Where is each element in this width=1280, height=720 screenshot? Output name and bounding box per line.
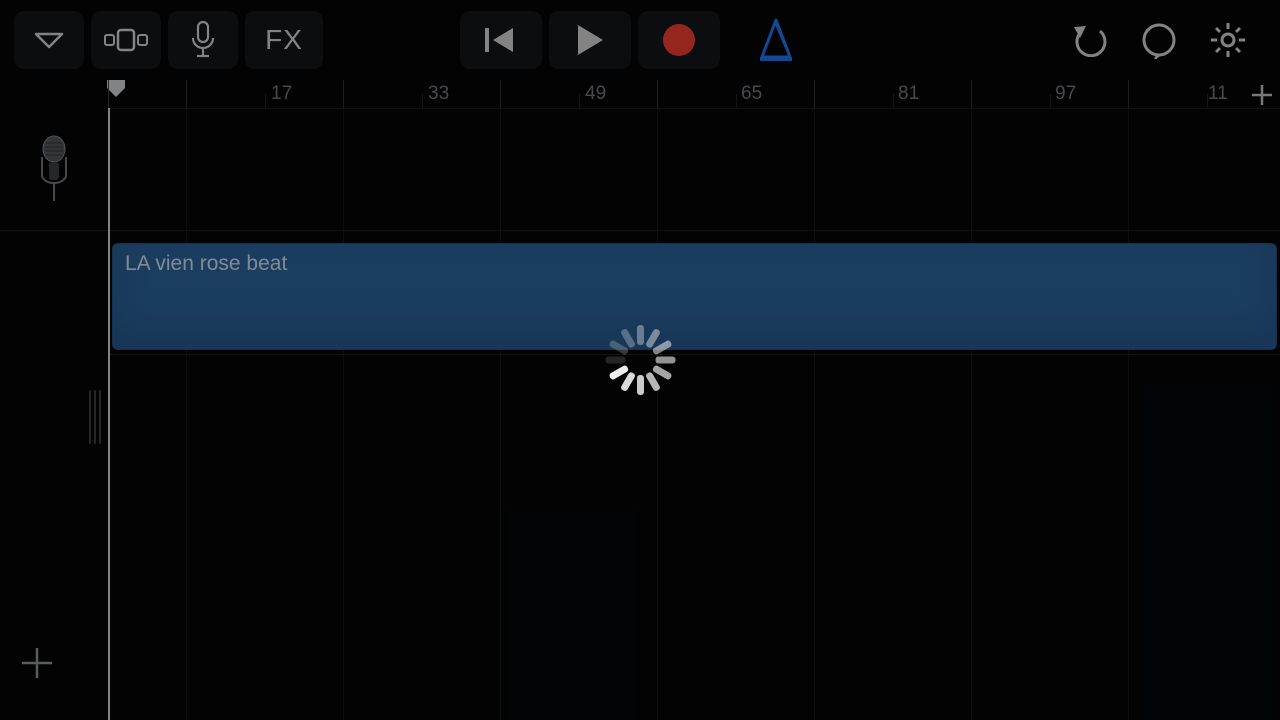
loading-overlay bbox=[0, 0, 1280, 720]
loading-spinner-icon bbox=[605, 325, 675, 395]
